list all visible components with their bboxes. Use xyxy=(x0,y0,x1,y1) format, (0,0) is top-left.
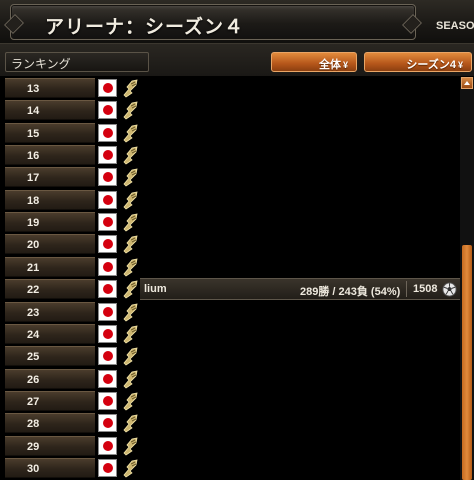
season-dropdown-label: シーズン4 xyxy=(406,59,456,71)
rank-number: 23 xyxy=(5,301,95,322)
wing-emblem-icon xyxy=(120,346,140,366)
rank-number: 20 xyxy=(5,234,95,255)
wing-emblem-icon xyxy=(120,190,140,210)
table-row[interactable]: 26 xyxy=(0,368,460,390)
player-name: lium xyxy=(144,283,167,296)
japan-flag-icon xyxy=(98,280,117,299)
title-plate: アリーナ：シーズン４ xyxy=(10,4,416,40)
rank-number: 29 xyxy=(5,435,95,456)
table-row[interactable]: 18 xyxy=(0,189,460,211)
wing-emblem-icon xyxy=(120,413,140,433)
chevron-double-down-icon: ¥ xyxy=(342,60,348,70)
table-row[interactable]: 13 xyxy=(0,77,460,99)
table-row[interactable]: 25 xyxy=(0,345,460,367)
wing-emblem-icon xyxy=(120,369,140,389)
table-row[interactable]: 17 xyxy=(0,166,460,188)
japan-flag-icon xyxy=(98,257,117,276)
table-row[interactable]: 29 xyxy=(0,435,460,457)
win-loss-record: 289勝 / 243負 (54%) xyxy=(300,286,401,299)
scrollbar[interactable] xyxy=(460,77,474,480)
wing-emblem-icon xyxy=(120,458,140,478)
japan-flag-icon xyxy=(98,458,117,477)
rank-number: 18 xyxy=(5,189,95,210)
wing-emblem-icon xyxy=(120,212,140,232)
table-row[interactable]: 24 xyxy=(0,323,460,345)
wing-emblem-icon xyxy=(120,302,140,322)
japan-flag-icon xyxy=(98,101,117,120)
japan-flag-icon xyxy=(98,235,117,254)
japan-flag-icon xyxy=(98,190,117,209)
ranking-label: ランキング xyxy=(5,52,149,72)
table-row[interactable]: 30 xyxy=(0,457,460,479)
japan-flag-icon xyxy=(98,347,117,366)
rank-number: 16 xyxy=(5,145,95,166)
rank-number: 25 xyxy=(5,346,95,367)
table-row[interactable]: 28 xyxy=(0,412,460,434)
japan-flag-icon xyxy=(98,213,117,232)
rank-number: 28 xyxy=(5,413,95,434)
japan-flag-icon xyxy=(98,123,117,142)
japan-flag-icon xyxy=(98,324,117,343)
season-tab[interactable]: SEASO xyxy=(436,20,474,32)
rank-number: 19 xyxy=(5,212,95,233)
scroll-up-button[interactable] xyxy=(461,77,473,89)
wing-emblem-icon xyxy=(120,391,140,411)
table-row[interactable]: 22 lium 289勝 / 243負 (54%) 1508 xyxy=(0,278,460,301)
table-row[interactable]: 14 xyxy=(0,99,460,121)
wing-emblem-icon xyxy=(120,279,140,299)
wing-emblem-icon xyxy=(120,123,140,143)
table-row[interactable]: 15 xyxy=(0,122,460,144)
wing-emblem-icon xyxy=(120,145,140,165)
wing-emblem-icon xyxy=(120,100,140,120)
wing-emblem-icon xyxy=(120,78,140,98)
japan-flag-icon xyxy=(98,302,117,321)
title-bar: アリーナ：シーズン４ SEASO xyxy=(0,0,474,44)
rank-number: 14 xyxy=(5,100,95,121)
rating-value: 1508 xyxy=(413,283,438,296)
rank-number: 22 xyxy=(5,279,95,300)
japan-flag-icon xyxy=(98,391,117,410)
filter-bar: ランキング 全体 ¥ シーズン4 ¥ xyxy=(0,44,474,76)
wing-emblem-icon xyxy=(120,167,140,187)
japan-flag-icon xyxy=(98,414,117,433)
wing-emblem-icon xyxy=(120,436,140,456)
table-row[interactable]: 19 xyxy=(0,211,460,233)
wing-emblem-icon xyxy=(120,234,140,254)
japan-flag-icon xyxy=(98,146,117,165)
japan-flag-icon xyxy=(98,168,117,187)
rank-number: 13 xyxy=(5,78,95,98)
table-row[interactable]: 16 xyxy=(0,144,460,166)
scope-dropdown-label: 全体 xyxy=(318,59,341,71)
japan-flag-icon xyxy=(98,369,117,388)
rank-number: 21 xyxy=(5,256,95,277)
rank-number: 26 xyxy=(5,368,95,389)
rank-number: 17 xyxy=(5,167,95,188)
table-row[interactable]: 20 xyxy=(0,233,460,255)
divider xyxy=(406,281,407,298)
table-row[interactable]: 23 xyxy=(0,301,460,323)
rank-number: 24 xyxy=(5,323,95,344)
scope-dropdown[interactable]: 全体 ¥ xyxy=(271,52,357,72)
rank-number: 27 xyxy=(5,390,95,411)
wing-emblem-icon xyxy=(120,257,140,277)
table-row[interactable]: 21 xyxy=(0,256,460,278)
wing-emblem-icon xyxy=(120,324,140,344)
player-detail-row[interactable]: lium 289勝 / 243負 (54%) 1508 xyxy=(140,278,460,301)
chevron-double-down-icon: ¥ xyxy=(457,60,463,70)
soccer-ball-icon xyxy=(442,282,457,297)
scroll-thumb[interactable] xyxy=(462,245,472,480)
table-row[interactable]: 27 xyxy=(0,390,460,412)
japan-flag-icon xyxy=(98,436,117,455)
japan-flag-icon xyxy=(98,79,117,97)
ranking-list: 13 14 15 16 17 18 19 20 21 22 lium 289勝 / 243負 (54%… xyxy=(0,77,460,480)
rank-number: 30 xyxy=(5,457,95,478)
page-title: アリーナ：シーズン４ xyxy=(45,17,245,38)
season-dropdown[interactable]: シーズン4 ¥ xyxy=(364,52,472,72)
rank-number: 15 xyxy=(5,122,95,143)
